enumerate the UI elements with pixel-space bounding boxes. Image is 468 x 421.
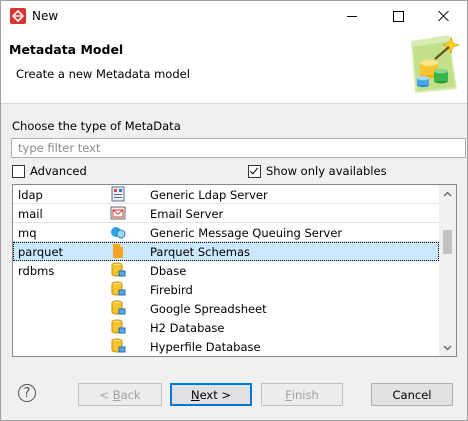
scrollbar-thumb[interactable] — [443, 230, 452, 254]
wizard-title: Metadata Model — [9, 42, 124, 57]
metadata-type-label: Choose the type of MetaData — [12, 119, 181, 133]
list-item[interactable]: H2 Database — [13, 318, 439, 337]
next-button[interactable]: Next > — [170, 383, 252, 406]
list-item[interactable]: rdbms Dbase — [13, 261, 439, 280]
database-icon — [111, 281, 126, 296]
scroll-down-button[interactable] — [439, 339, 456, 356]
maximize-button[interactable] — [375, 1, 421, 31]
talend-app-icon — [10, 8, 26, 24]
show-only-available-checkbox[interactable]: Show only availables — [248, 164, 387, 178]
new-wizard-window: New Metadata Model Create a new Metadata… — [0, 0, 468, 421]
close-button[interactable] — [421, 1, 467, 31]
ldap-server-icon — [111, 186, 125, 202]
list-item[interactable]: mail Email Server — [13, 204, 439, 223]
scroll-up-button[interactable] — [439, 185, 456, 202]
list-item-label: Firebird — [150, 283, 193, 297]
list-item-category: ldap — [18, 188, 43, 202]
window-title: New — [32, 9, 59, 23]
minimize-icon — [347, 15, 357, 17]
wizard-description: Create a new Metadata model — [16, 67, 190, 81]
list-item-label: Google Spreadsheet — [150, 302, 267, 316]
next-button-mnemonic: N — [190, 387, 200, 402]
database-icon — [111, 262, 126, 277]
list-item[interactable]: Hyperfile Database — [13, 337, 439, 356]
list-item[interactable]: parquet Parquet Schemas — [13, 242, 439, 261]
list-item-label: H2 Database — [150, 321, 225, 335]
database-icon — [111, 338, 126, 353]
help-button[interactable]: ? — [18, 384, 36, 402]
list-item[interactable]: mq Generic Message Queuing Server — [13, 223, 439, 242]
list-item-category: mq — [18, 226, 37, 240]
list-item[interactable]: Firebird — [13, 280, 439, 299]
message-queue-icon — [111, 227, 126, 239]
show-only-available-checkbox-box[interactable] — [248, 164, 261, 178]
help-icon: ? — [23, 385, 31, 401]
finish-button-mnemonic: F — [285, 387, 292, 402]
list-scrollbar[interactable] — [439, 185, 456, 356]
close-icon — [438, 10, 450, 22]
cancel-button-label: Cancel — [392, 387, 432, 402]
back-button[interactable]: < Back — [78, 383, 162, 406]
advanced-checkbox-box[interactable] — [12, 164, 25, 178]
list-item-label: Parquet Schemas — [150, 245, 251, 259]
wizard-header: Metadata Model Create a new Metadata mod… — [1, 31, 467, 104]
back-button-prefix: < — [99, 387, 113, 402]
list-item-category: mail — [18, 207, 43, 221]
list-item[interactable]: ldap Generic Ldap Server — [13, 185, 439, 204]
finish-button[interactable]: Finish — [261, 383, 343, 406]
list-item-category: rdbms — [18, 264, 55, 278]
parquet-file-icon — [113, 244, 123, 258]
list-item-category: parquet — [18, 245, 64, 259]
maximize-icon — [392, 10, 404, 22]
show-only-available-checkbox-label: Show only availables — [266, 164, 387, 178]
list-item[interactable]: Google Spreadsheet — [13, 299, 439, 318]
title-bar: New — [1, 1, 467, 31]
chevron-up-icon — [443, 191, 452, 196]
metadata-type-list[interactable]: ldap Generic Ldap Server mail Email Serv… — [12, 184, 457, 357]
chevron-down-icon — [443, 345, 452, 350]
database-icon — [111, 300, 126, 315]
minimize-button[interactable] — [329, 1, 375, 31]
list-item-label: Generic Message Queuing Server — [150, 226, 343, 240]
list-item-label: Generic Ldap Server — [150, 188, 268, 202]
back-button-mnemonic: B — [112, 387, 121, 402]
metadata-wizard-icon — [411, 35, 460, 93]
advanced-checkbox[interactable]: Advanced — [12, 164, 87, 178]
database-icon — [111, 319, 126, 334]
list-item-label: Email Server — [150, 207, 224, 221]
next-button-label: ext > — [199, 387, 232, 402]
back-button-label: ack — [120, 387, 141, 402]
cancel-button[interactable]: Cancel — [371, 383, 453, 406]
list-item-label: Hyperfile Database — [150, 340, 261, 354]
list-item-label: Dbase — [150, 264, 187, 278]
advanced-checkbox-label: Advanced — [30, 164, 87, 178]
finish-button-label: inish — [291, 387, 319, 402]
email-server-icon — [110, 206, 126, 220]
filter-input[interactable] — [11, 138, 466, 158]
